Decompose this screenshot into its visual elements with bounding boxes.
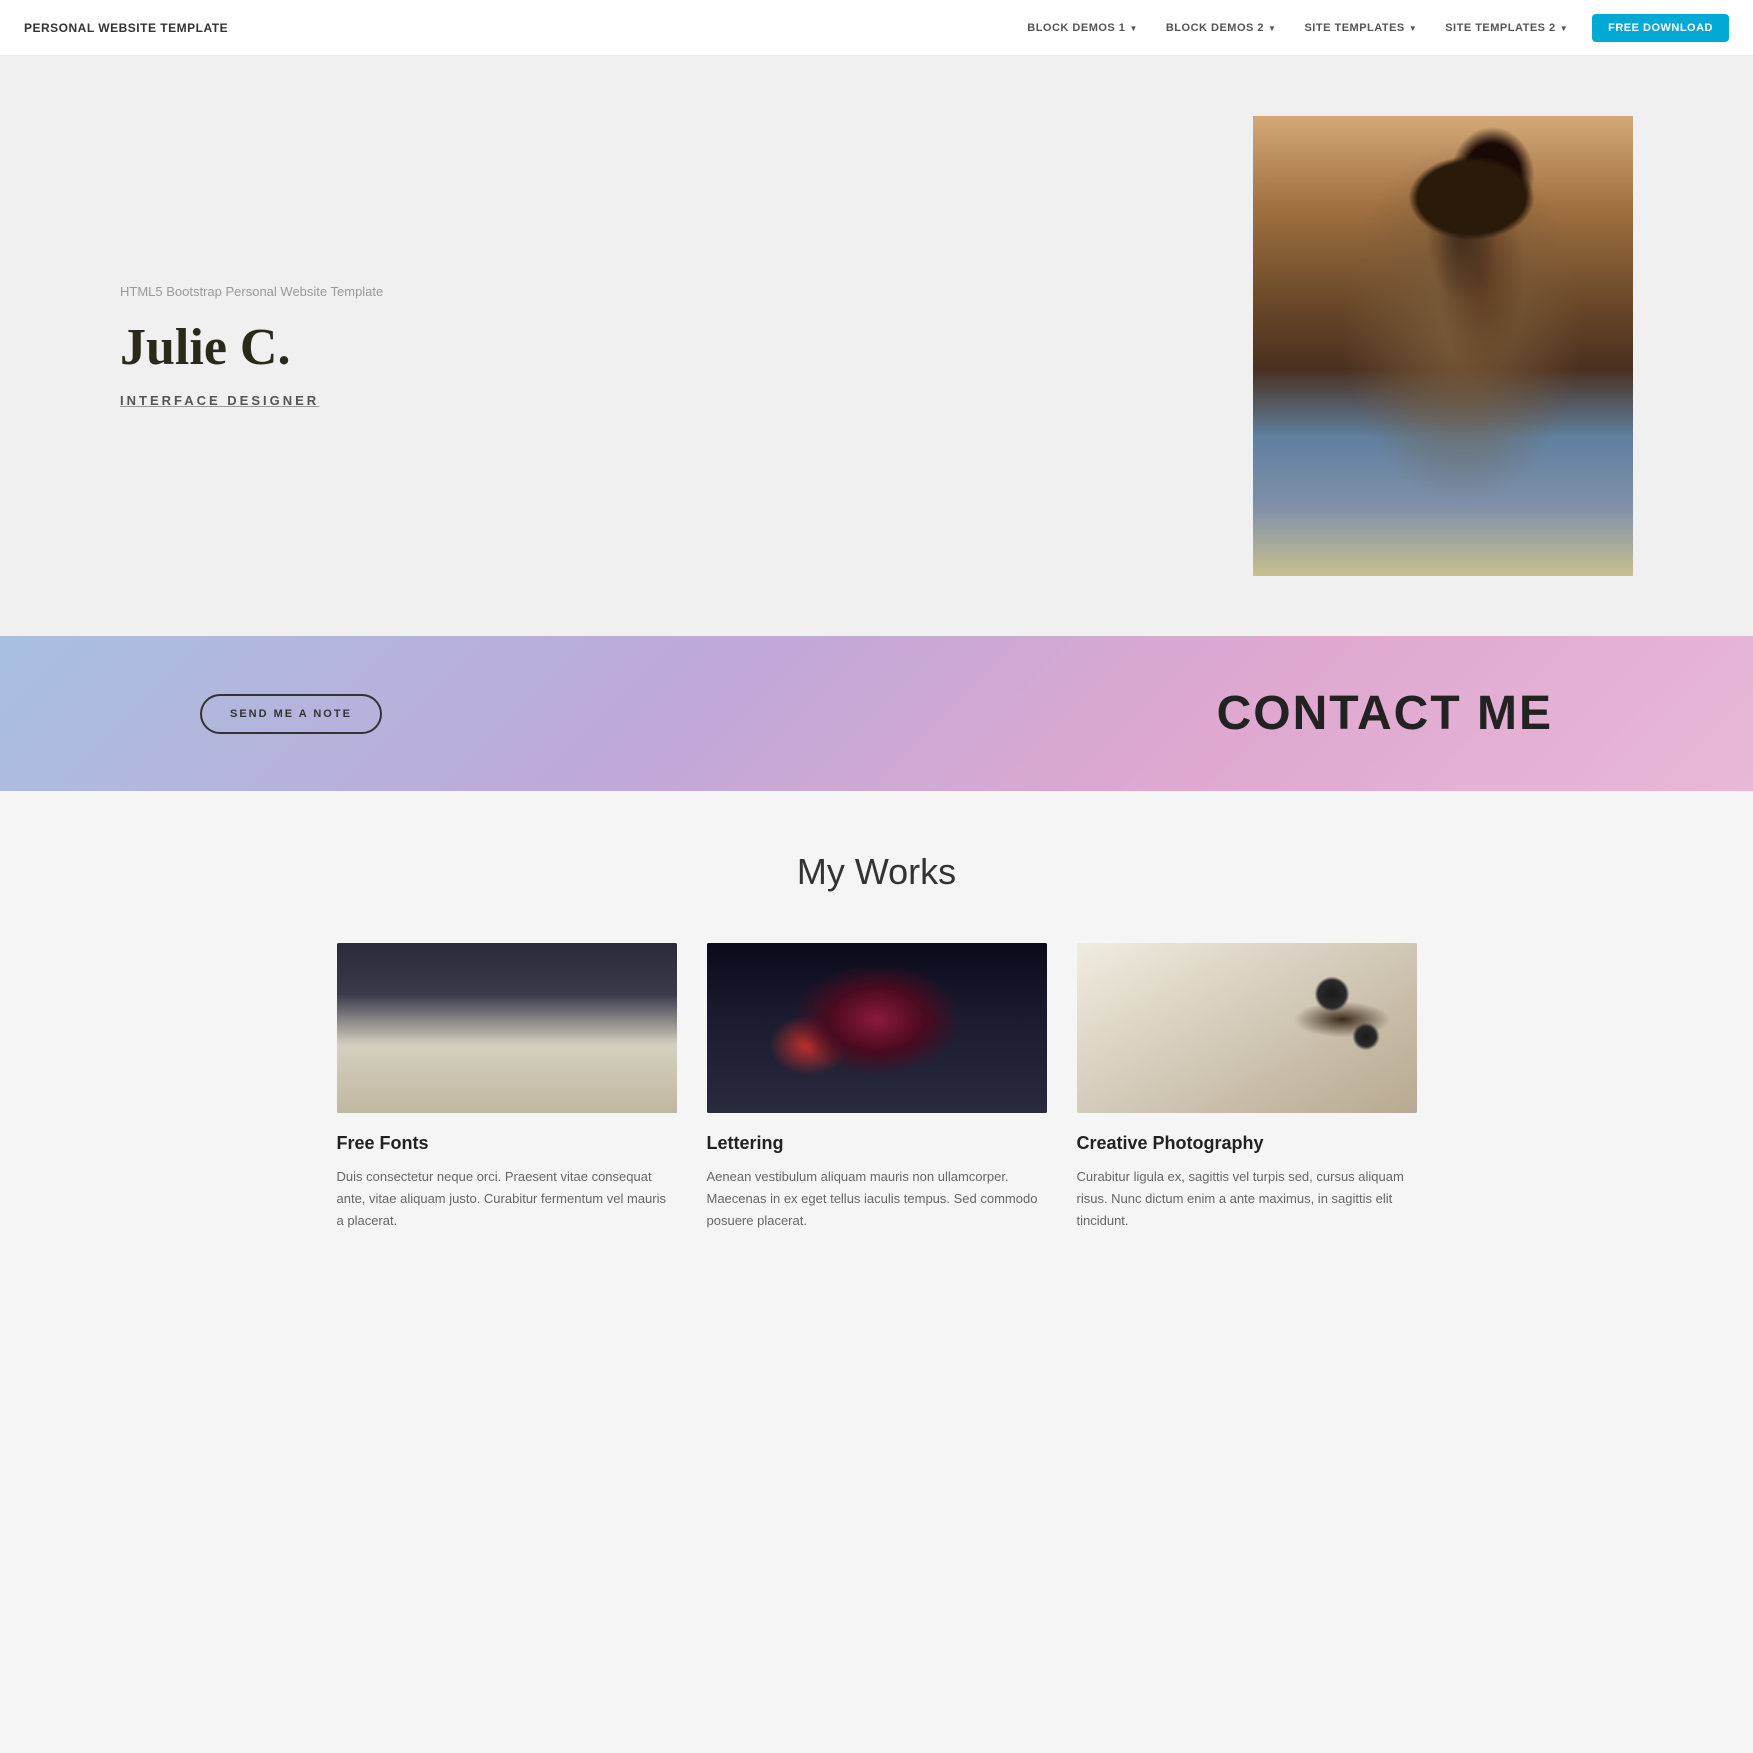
work-image-1 bbox=[337, 943, 677, 1113]
work-title-3: Creative Photography bbox=[1077, 1133, 1417, 1154]
hero-role-suffix: ERFACE DESIGNER bbox=[150, 393, 319, 408]
work-card-1: Free Fonts Duis consectetur neque orci. … bbox=[337, 943, 677, 1232]
work-text-3: Curabitur ligula ex, sagittis vel turpis… bbox=[1077, 1166, 1417, 1232]
contact-banner: SEND ME A NOTE CONTACT ME bbox=[0, 636, 1753, 791]
hero-portrait bbox=[1253, 116, 1633, 576]
works-section: My Works Free Fonts Duis consectetur neq… bbox=[0, 791, 1753, 1292]
chevron-down-icon: ▼ bbox=[1560, 24, 1568, 33]
hero-role-prefix: INT bbox=[120, 393, 150, 408]
hero-name: Julie C. bbox=[120, 319, 1193, 376]
chevron-down-icon: ▼ bbox=[1409, 24, 1417, 33]
nav-block-demos-2[interactable]: BLOCK DEMOS 2 ▼ bbox=[1154, 14, 1289, 42]
nav-site-templates[interactable]: SITE TEMPLATES ▼ bbox=[1292, 14, 1429, 42]
works-title: My Works bbox=[120, 851, 1633, 893]
contact-title: CONTACT ME bbox=[1217, 686, 1553, 741]
hero-role: INTERFACE DESIGNER bbox=[120, 393, 1193, 408]
navbar: PERSONAL WEBSITE TEMPLATE BLOCK DEMOS 1 … bbox=[0, 0, 1753, 56]
nav-site-templates-2[interactable]: SITE TEMPLATES 2 ▼ bbox=[1433, 14, 1580, 42]
hero-subtitle: HTML5 Bootstrap Personal Website Templat… bbox=[120, 284, 1193, 299]
work-card-2: Lettering Aenean vestibulum aliquam maur… bbox=[707, 943, 1047, 1232]
work-title-2: Lettering bbox=[707, 1133, 1047, 1154]
hero-text: HTML5 Bootstrap Personal Website Templat… bbox=[120, 284, 1193, 407]
work-title-1: Free Fonts bbox=[337, 1133, 677, 1154]
work-text-2: Aenean vestibulum aliquam mauris non ull… bbox=[707, 1166, 1047, 1232]
hero-section: HTML5 Bootstrap Personal Website Templat… bbox=[0, 56, 1753, 636]
send-note-button[interactable]: SEND ME A NOTE bbox=[200, 694, 382, 734]
work-image-2 bbox=[707, 943, 1047, 1113]
free-download-button[interactable]: FREE DOWNLOAD bbox=[1592, 14, 1729, 42]
chevron-down-icon: ▼ bbox=[1268, 24, 1276, 33]
site-brand: PERSONAL WEBSITE TEMPLATE bbox=[24, 21, 228, 35]
works-grid: Free Fonts Duis consectetur neque orci. … bbox=[120, 943, 1633, 1232]
nav-block-demos-1[interactable]: BLOCK DEMOS 1 ▼ bbox=[1015, 14, 1150, 42]
work-text-1: Duis consectetur neque orci. Praesent vi… bbox=[337, 1166, 677, 1232]
work-card-3: Creative Photography Curabitur ligula ex… bbox=[1077, 943, 1417, 1232]
work-image-3 bbox=[1077, 943, 1417, 1113]
chevron-down-icon: ▼ bbox=[1129, 24, 1137, 33]
nav-links: BLOCK DEMOS 1 ▼ BLOCK DEMOS 2 ▼ SITE TEM… bbox=[1015, 14, 1729, 42]
